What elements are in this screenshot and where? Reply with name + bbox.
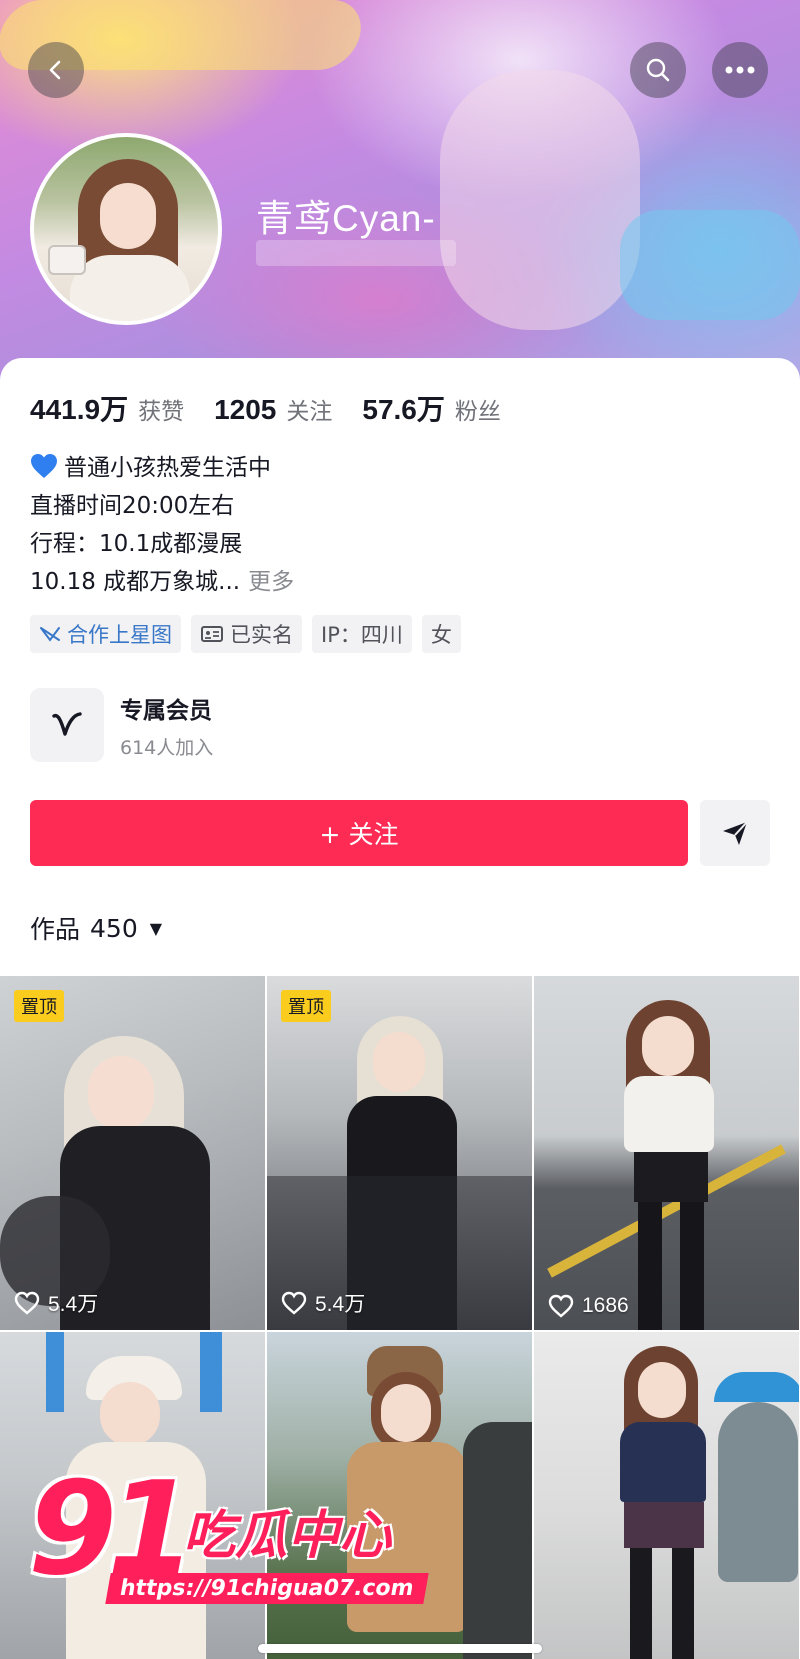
like-count-text: 1686 (582, 1294, 629, 1317)
avatar-dress (70, 255, 190, 321)
v-logo-icon (52, 712, 82, 736)
thumbnail-figure (347, 1442, 467, 1632)
tag-star-map[interactable]: 合作上星图 (30, 615, 181, 653)
profile-nickname: 青鸢Cyan- (256, 198, 436, 239)
thumbnail-figure (624, 1502, 704, 1548)
stat-likes[interactable]: 441.9万 获赞 (30, 388, 184, 428)
pinned-badge: 置顶 (281, 990, 331, 1022)
like-count-text: 5.4万 (315, 1293, 366, 1316)
video-thumbnail[interactable]: 1686 (534, 976, 799, 1330)
works-tab[interactable]: 作品 450 ▼ (30, 910, 162, 946)
thumbnail-figure (88, 1056, 154, 1130)
exclusive-membership[interactable]: 专属会员 614人加入 (30, 688, 213, 762)
tag-label: 已实名 (230, 623, 293, 647)
tag-label: IP：四川 (321, 623, 403, 647)
id-card-icon (200, 624, 224, 644)
heart-outline-icon (548, 1294, 574, 1318)
stat-label: 获赞 (138, 399, 185, 425)
bio-more-link[interactable]: 更多 (248, 569, 294, 595)
video-thumbnail[interactable]: 置顶 5.4万 (0, 976, 265, 1330)
profile-bio: 普通小孩热爱生活中 直播时间20:00左右 行程：10.1成都漫展 10.18 … (30, 449, 294, 601)
thumbnail-figure (680, 1202, 704, 1330)
thumbnail-figure (672, 1548, 694, 1659)
search-button[interactable] (630, 42, 686, 98)
stat-followers[interactable]: 57.6万 粉丝 (362, 388, 501, 428)
blurred-account-id (256, 240, 456, 266)
stat-value: 441.9万 (30, 394, 129, 425)
avatar[interactable] (30, 133, 222, 325)
video-thumbnail[interactable] (267, 1332, 532, 1659)
thumbnail-figure (46, 1332, 64, 1412)
bio-line: 10.18 成都万象城... 更多 (30, 563, 294, 601)
caret-down-icon: ▼ (149, 918, 163, 938)
thumbnail-figure (630, 1548, 652, 1659)
bio-text: 10.18 成都万象城... (30, 569, 241, 595)
thumbnail-figure (620, 1422, 706, 1502)
thumbnail-figure (381, 1384, 431, 1442)
search-icon (646, 58, 670, 82)
profile-card: 441.9万 获赞 1205 关注 57.6万 粉丝 普通小孩热爱生活中 直播时… (0, 358, 800, 1659)
banner-decoration (620, 210, 800, 320)
like-count: 5.4万 (281, 1288, 365, 1318)
more-button[interactable] (712, 42, 768, 98)
membership-icon-box (30, 688, 104, 762)
share-button[interactable] (700, 800, 770, 866)
stat-label: 关注 (286, 399, 333, 425)
bio-line: 直播时间20:00左右 (30, 493, 235, 519)
tag-ip-location: IP：四川 (312, 615, 412, 653)
bio-line: 行程：10.1成都漫展 (30, 531, 243, 557)
thumbnail-figure (463, 1422, 532, 1659)
membership-title: 专属会员 (120, 697, 212, 724)
back-button[interactable] (28, 42, 84, 98)
tag-verified-name: 已实名 (191, 615, 302, 653)
membership-subtitle: 614人加入 (120, 736, 214, 759)
works-count: 450 (90, 913, 138, 943)
thumbnail-figure (642, 1016, 694, 1076)
bio-text: 普通小孩热爱生活中 (64, 455, 271, 481)
pinned-badge: 置顶 (14, 990, 64, 1022)
tag-gender: 女 (421, 615, 461, 653)
thumbnail-figure (100, 1382, 160, 1446)
profile-tags: 合作上星图 已实名 IP：四川 女 (30, 615, 471, 653)
banner-decoration (440, 70, 640, 330)
like-count: 1686 (548, 1294, 629, 1318)
stat-following[interactable]: 1205 关注 (214, 392, 332, 426)
thumbnail-figure (373, 1032, 425, 1092)
avatar-face (100, 183, 156, 249)
more-dots-icon (725, 66, 755, 74)
works-label: 作品 (30, 915, 81, 944)
thumbnail-figure (66, 1442, 206, 1659)
tag-label: 合作上星图 (67, 623, 172, 647)
video-thumbnail[interactable] (534, 1332, 799, 1659)
like-count: 5.4万 (14, 1288, 98, 1318)
send-icon (723, 821, 748, 845)
stat-value: 57.6万 (362, 394, 445, 425)
home-indicator (258, 1644, 542, 1653)
avatar-camera (48, 245, 86, 275)
membership-text: 专属会员 614人加入 (120, 691, 213, 760)
thumbnail-figure (200, 1332, 222, 1412)
tag-label: 女 (430, 623, 452, 647)
thumbnail-figure (718, 1402, 798, 1582)
bio-line: 普通小孩热爱生活中 (30, 449, 294, 487)
thumbnail-figure (634, 1152, 708, 1202)
thumbnail-figure (714, 1372, 799, 1402)
follow-button[interactable]: + 关注 (30, 800, 688, 866)
chevron-left-icon (49, 60, 61, 80)
video-thumbnail[interactable]: 置顶 5.4万 (267, 976, 532, 1330)
heart-outline-icon (281, 1291, 307, 1315)
stat-label: 粉丝 (454, 399, 501, 425)
like-count-text: 5.4万 (48, 1293, 99, 1316)
thumbnail-figure (624, 1076, 714, 1152)
star-map-icon (39, 624, 61, 644)
stat-value: 1205 (214, 394, 277, 425)
thumbnail-figure (638, 1202, 662, 1330)
heart-outline-icon (14, 1291, 40, 1315)
blue-heart-icon (31, 454, 57, 478)
thumbnail-figure (638, 1362, 686, 1418)
video-thumbnail[interactable] (0, 1332, 265, 1659)
stats-row: 441.9万 获赞 1205 关注 57.6万 粉丝 (30, 388, 531, 428)
